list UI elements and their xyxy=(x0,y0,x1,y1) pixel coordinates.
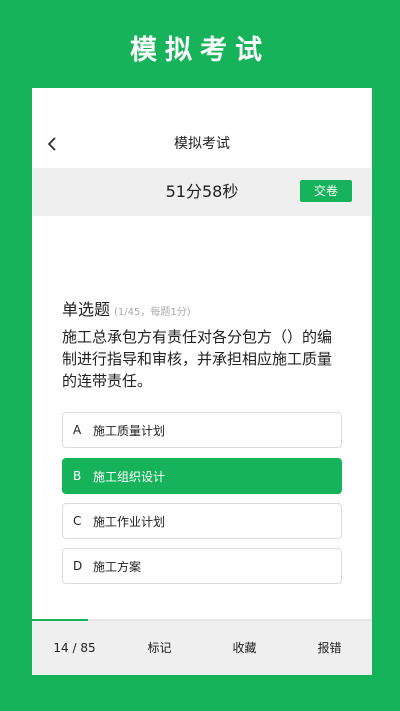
option-c[interactable]: C 施工作业计划 xyxy=(62,503,342,539)
question-text: 施工总承包方有责任对各分包方（）的编制进行指导和审核，并承担相应施工质量的连带责… xyxy=(62,328,333,390)
option-text: 施工方案 xyxy=(93,559,142,574)
chevron-left-icon[interactable] xyxy=(40,132,64,156)
option-letter: A xyxy=(73,423,82,437)
nav-bar: 模拟考试 xyxy=(32,120,372,168)
bottom-bar: 14 / 85 标记 收藏 报错 xyxy=(32,621,372,675)
favorite-button[interactable]: 收藏 xyxy=(202,621,287,675)
timer-bar: 51分58秒 交卷 xyxy=(32,168,372,216)
question-type: 单选题 (1/45，每题1分) xyxy=(62,296,191,320)
phone-screen: 模拟考试 51分58秒 交卷 单选题 (1/45，每题1分) 施工总承包方有责任… xyxy=(32,88,372,675)
promo-title: 模拟考试 xyxy=(130,35,270,66)
option-text: 施工作业计划 xyxy=(93,514,166,529)
option-d[interactable]: D 施工方案 xyxy=(62,548,342,584)
option-letter: C xyxy=(73,514,82,528)
mark-button[interactable]: 标记 xyxy=(117,621,202,675)
submit-exam-button[interactable]: 交卷 xyxy=(300,180,352,202)
option-letter: D xyxy=(73,559,83,573)
option-text: 施工组织设计 xyxy=(93,469,166,484)
option-letter: B xyxy=(73,469,82,483)
question-type-label: 单选题 xyxy=(62,300,111,319)
option-a[interactable]: A 施工质量计划 xyxy=(62,412,342,448)
question-counter[interactable]: 14 / 85 xyxy=(32,621,117,675)
question-meta: (1/45，每题1分) xyxy=(114,307,191,318)
report-error-button[interactable]: 报错 xyxy=(287,621,372,675)
option-b[interactable]: B 施工组织设计 xyxy=(62,458,342,494)
option-text: 施工质量计划 xyxy=(93,423,166,438)
page-title: 模拟考试 xyxy=(174,136,230,152)
